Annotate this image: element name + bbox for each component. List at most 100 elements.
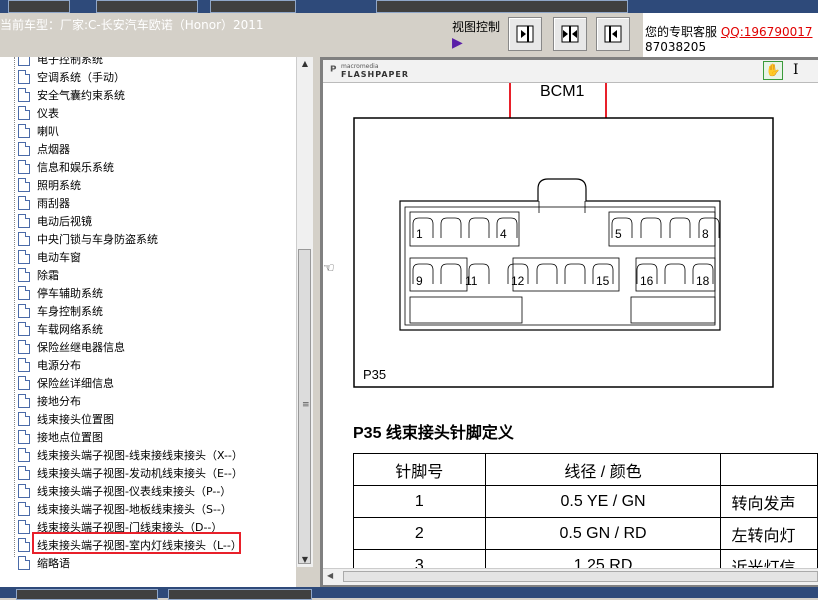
hand-tool-icon[interactable]: ✋ bbox=[763, 61, 783, 80]
pin-label: 1 bbox=[416, 227, 423, 241]
tree-item[interactable]: 线束接头端子视图-仪表线束接头（P--） bbox=[18, 482, 231, 500]
tree-item[interactable]: 喇叭 bbox=[18, 122, 59, 140]
table-cell: 0.5 YE / GN bbox=[484, 485, 722, 518]
customer-service-panel: 您的专职客服 QQ:196790017 87038205 bbox=[643, 13, 818, 57]
tree-item[interactable]: 保险丝继电器信息 bbox=[18, 338, 125, 356]
tree-item[interactable]: 空调系统（手动） bbox=[18, 68, 125, 86]
window-tab[interactable] bbox=[210, 0, 296, 13]
text-select-icon[interactable]: I bbox=[793, 62, 799, 78]
tree-scrollbar[interactable]: ▲ ≡ ▼ bbox=[296, 57, 313, 567]
tree-item-label: 缩略语 bbox=[37, 557, 70, 570]
document-icon bbox=[18, 268, 30, 282]
tree-item[interactable]: 电源分布 bbox=[18, 356, 81, 374]
tree-scroll-thumb[interactable]: ≡ bbox=[298, 249, 311, 564]
tree-item-label: 接地分布 bbox=[37, 395, 81, 408]
tree-item[interactable]: 线束接头端子视图-线束接线束接头（X--） bbox=[18, 446, 243, 464]
tree-item[interactable]: 接地点位置图 bbox=[18, 428, 103, 446]
tree-item-label: 喇叭 bbox=[37, 125, 59, 138]
document-icon bbox=[18, 376, 30, 390]
tree-item[interactable]: 线束接头端子视图-发动机线束接头（E--） bbox=[18, 464, 243, 482]
hand-cursor-icon: ☜ bbox=[323, 261, 335, 276]
document-page: ☜ BCM1 P35 1 4 5 8 9 11 12 15 16 18 P35 … bbox=[323, 83, 818, 568]
document-icon bbox=[18, 484, 30, 498]
window-tab[interactable] bbox=[8, 0, 70, 13]
document-icon bbox=[18, 394, 30, 408]
document-icon bbox=[18, 214, 30, 228]
horizontal-scroll-thumb[interactable] bbox=[343, 571, 818, 582]
window-tab[interactable] bbox=[168, 589, 312, 600]
tree-item-label: 仪表 bbox=[37, 107, 59, 120]
connector-code-label: P35 bbox=[363, 367, 386, 382]
viewer-horizontal-scrollbar[interactable]: ◀ bbox=[323, 568, 818, 585]
window-tab[interactable] bbox=[16, 589, 158, 600]
viewer-toolbar: ᴾ macromedia FLASHPAPER ✋ I bbox=[323, 60, 818, 83]
tree-item[interactable]: 电动车窗 bbox=[18, 248, 81, 266]
window-tab[interactable] bbox=[96, 0, 198, 13]
view-control-arrow-icon: ▶ bbox=[452, 35, 463, 51]
scroll-left-icon[interactable]: ◀ bbox=[327, 571, 333, 580]
document-icon bbox=[18, 178, 30, 192]
document-icon bbox=[18, 466, 30, 480]
document-icon bbox=[18, 160, 30, 174]
table-row: 1 0.5 YE / GN 转向发声 bbox=[353, 485, 818, 518]
service-phone: 87038205 bbox=[645, 40, 707, 54]
tree-item[interactable]: 电动后视镜 bbox=[18, 212, 92, 230]
table-header-row: 针脚号 线径 / 颜色 bbox=[353, 453, 818, 486]
selected-item-highlight bbox=[32, 532, 241, 554]
tree-item[interactable]: 线束接头端子视图-地板线束接头（S--） bbox=[18, 500, 232, 518]
tree-item[interactable]: 保险丝详细信息 bbox=[18, 374, 114, 392]
table-row: 2 0.5 GN / RD 左转向灯 bbox=[353, 517, 818, 550]
tree-item[interactable]: 车身控制系统 bbox=[18, 302, 103, 320]
tree-item[interactable]: 车载网络系统 bbox=[18, 320, 103, 338]
table-cell: 1 bbox=[353, 485, 486, 518]
tree-item-label: 线束接头端子视图-线束接线束接头（X--） bbox=[37, 449, 243, 462]
document-icon bbox=[18, 556, 30, 570]
table-cell: 转向发声 bbox=[720, 485, 818, 518]
scroll-up-icon[interactable]: ▲ bbox=[297, 57, 313, 71]
tree-item[interactable]: 电子控制系统 bbox=[18, 57, 103, 68]
window-tab[interactable] bbox=[376, 0, 628, 13]
tree-item[interactable]: 安全气囊约束系统 bbox=[18, 86, 125, 104]
flashpaper-logo-icon: ᴾ bbox=[330, 64, 337, 80]
tree-item[interactable]: 照明系统 bbox=[18, 176, 81, 194]
qq-link[interactable]: QQ:196790017 bbox=[721, 25, 813, 39]
tree-item[interactable]: 仪表 bbox=[18, 104, 59, 122]
tree-item[interactable]: 接地分布 bbox=[18, 392, 81, 410]
scroll-down-icon[interactable]: ▼ bbox=[297, 553, 313, 567]
document-icon bbox=[18, 88, 30, 102]
view-right-panel-button[interactable] bbox=[596, 17, 630, 51]
document-icon bbox=[18, 106, 30, 120]
tree-item[interactable]: 信息和娱乐系统 bbox=[18, 158, 114, 176]
pin-label: 16 bbox=[640, 274, 654, 288]
document-icon bbox=[18, 412, 30, 426]
document-icon bbox=[18, 448, 30, 462]
document-icon bbox=[18, 232, 30, 246]
tree-connector-line bbox=[14, 57, 15, 557]
tree-item-label: 停车辅助系统 bbox=[37, 287, 103, 300]
tree-item-label: 车载网络系统 bbox=[37, 323, 103, 336]
tree-item[interactable]: 除霜 bbox=[18, 266, 59, 284]
tree-item-label: 电动车窗 bbox=[37, 251, 81, 264]
pin-label: 4 bbox=[500, 227, 507, 241]
document-icon bbox=[18, 430, 30, 444]
pane-splitter[interactable] bbox=[313, 57, 320, 587]
tree-item[interactable]: 雨刮器 bbox=[18, 194, 70, 212]
table-header-cell: 针脚号 bbox=[353, 453, 486, 486]
tree-item[interactable]: 点烟器 bbox=[18, 140, 70, 158]
document-icon bbox=[18, 340, 30, 354]
table-cell: 左转向灯 bbox=[720, 517, 818, 550]
table-header-cell: 线径 / 颜色 bbox=[484, 453, 722, 486]
tree-item[interactable]: 中央门锁与车身防盗系统 bbox=[18, 230, 158, 248]
table-header-cell bbox=[720, 453, 818, 486]
tree-item[interactable]: 停车辅助系统 bbox=[18, 284, 103, 302]
tree-item[interactable]: 缩略语 bbox=[18, 554, 70, 572]
pin-label: 5 bbox=[615, 227, 622, 241]
document-icon bbox=[18, 142, 30, 156]
tree-item[interactable]: 线束接头位置图 bbox=[18, 410, 114, 428]
top-window-strip bbox=[0, 0, 818, 13]
view-left-panel-button[interactable] bbox=[508, 17, 542, 51]
view-split-button[interactable] bbox=[553, 17, 587, 51]
tree-item-label: 除霜 bbox=[37, 269, 59, 282]
pin-label: 11 bbox=[465, 274, 478, 288]
tree-item-label: 电源分布 bbox=[37, 359, 81, 372]
